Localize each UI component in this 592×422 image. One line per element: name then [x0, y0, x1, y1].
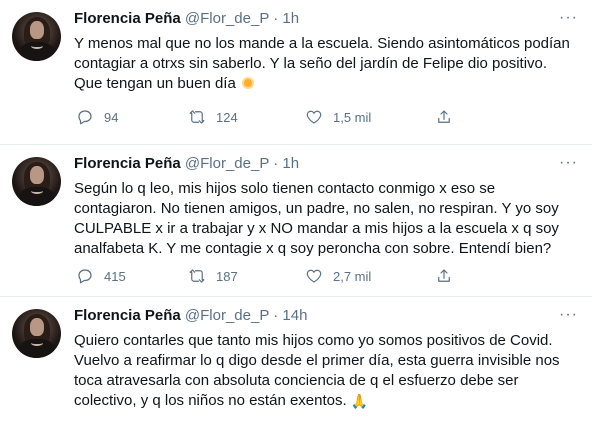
folded-hands-emoji: 🙏 [350, 393, 369, 409]
timestamp[interactable]: 14h [282, 307, 307, 324]
retweet-button[interactable]: 187 [188, 266, 238, 286]
like-icon [305, 267, 323, 285]
avatar[interactable] [12, 12, 61, 61]
tweet[interactable]: Florencia Peña @Flor_de_P · 1h ··· Según… [0, 145, 592, 297]
timeline: Florencia Peña @Flor_de_P · 1h ··· Y men… [0, 0, 592, 422]
reply-button[interactable]: 94 [76, 107, 118, 127]
author-handle[interactable]: @Flor_de_P [185, 155, 269, 172]
timestamp[interactable]: 1h [282, 10, 299, 27]
tweet-actions: 415 187 2,7 mil [74, 266, 574, 286]
sun-emoji [240, 75, 256, 91]
author-name[interactable]: Florencia Peña [74, 307, 181, 324]
more-icon[interactable]: ··· [559, 10, 578, 26]
reply-count: 94 [104, 109, 119, 125]
tweet-actions: 94 124 1,5 mil [74, 107, 574, 127]
retweet-icon [188, 267, 206, 285]
more-icon[interactable]: ··· [559, 307, 578, 323]
tweet-text: Según lo q leo, mis hijos solo tienen co… [74, 180, 559, 257]
retweet-count: 187 [216, 268, 238, 284]
share-icon [435, 108, 453, 126]
reply-button[interactable]: 415 [76, 266, 126, 286]
author-name[interactable]: Florencia Peña [74, 155, 181, 172]
reply-icon [76, 108, 94, 126]
retweet-count: 124 [216, 109, 238, 125]
timestamp[interactable]: 1h [282, 155, 299, 172]
like-count: 2,7 mil [333, 268, 372, 284]
tweet-body: Quiero contarles que tanto mis hijos com… [74, 332, 560, 409]
more-icon[interactable]: ··· [559, 155, 578, 171]
retweet-icon [188, 108, 206, 126]
share-icon [435, 267, 453, 285]
share-button[interactable] [435, 107, 463, 127]
tweet-header: Florencia Peña @Flor_de_P · 1h [74, 9, 552, 28]
separator: · [273, 10, 279, 27]
tweet-text: Quiero contarles que tanto mis hijos com… [74, 331, 574, 411]
like-button[interactable]: 1,5 mil [305, 107, 371, 127]
like-count: 1,5 mil [333, 109, 372, 125]
like-button[interactable]: 2,7 mil [305, 266, 371, 286]
separator: · [273, 307, 279, 324]
tweet-text: Y menos mal que no los mande a la escuel… [74, 34, 574, 94]
author-handle[interactable]: @Flor_de_P [185, 10, 269, 27]
share-button[interactable] [435, 266, 463, 286]
tweet-body: Y menos mal que no los mande a la escuel… [74, 35, 570, 92]
avatar[interactable] [12, 309, 61, 358]
separator: · [273, 155, 279, 172]
author-name[interactable]: Florencia Peña [74, 10, 181, 27]
tweet[interactable]: Florencia Peña @Flor_de_P · 14h ··· Quie… [0, 297, 592, 422]
avatar[interactable] [12, 157, 61, 206]
tweet[interactable]: Florencia Peña @Flor_de_P · 1h ··· Y men… [0, 0, 592, 145]
like-icon [305, 108, 323, 126]
author-handle[interactable]: @Flor_de_P [185, 307, 269, 324]
retweet-button[interactable]: 124 [188, 107, 238, 127]
tweet-header: Florencia Peña @Flor_de_P · 1h [74, 154, 552, 173]
tweet-header: Florencia Peña @Flor_de_P · 14h [74, 306, 552, 325]
reply-count: 415 [104, 268, 126, 284]
reply-icon [76, 267, 94, 285]
